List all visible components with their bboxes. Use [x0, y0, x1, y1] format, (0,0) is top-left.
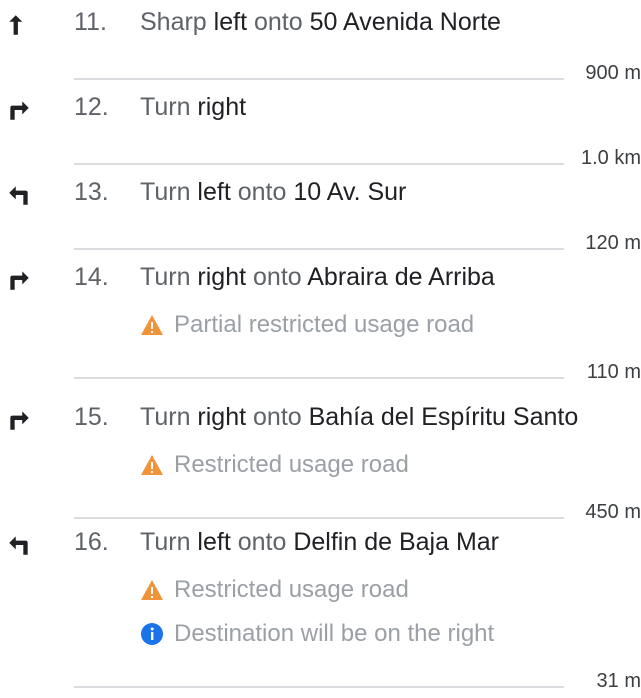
divider	[74, 78, 564, 80]
instruction-text: Turn	[140, 263, 198, 291]
divider	[74, 517, 564, 519]
step-distance-row: 31 m	[74, 656, 641, 698]
step-distance: 1.0 km	[580, 147, 641, 169]
divider	[74, 248, 564, 250]
notice-text: Partial restricted usage road	[174, 311, 475, 338]
notice-text: Destination will be on the right	[174, 620, 495, 647]
instruction-text: Turn	[140, 403, 198, 431]
restriction-notice: Partial restricted usage road	[140, 303, 641, 347]
step-instruction-row: 12. Turn right	[74, 93, 641, 133]
turn-right-arrow-icon	[6, 267, 32, 293]
step-instruction-row: 16. Turn left onto Delfin de Baja Mar	[74, 528, 641, 568]
instruction-emphasis: 50 Avenida Norte	[309, 8, 501, 36]
step-instruction-row: 14. Turn right onto Abraira de Arriba	[74, 263, 641, 303]
step-distance-row: 120 m	[74, 218, 641, 260]
instruction-text: onto	[230, 178, 294, 206]
step-number: 12.	[74, 93, 109, 121]
restriction-notice: Restricted usage road	[140, 443, 641, 487]
step-instruction: Turn right onto Abraira de Arriba	[140, 263, 495, 292]
instruction-text: Turn	[140, 178, 198, 206]
step-distance-row: 1.0 km	[74, 133, 641, 175]
sharp-left-arrow-icon	[6, 12, 32, 38]
step-number: 15.	[74, 403, 109, 431]
info-icon	[140, 622, 174, 646]
step-number: 16.	[74, 528, 109, 556]
step-distance: 31 m	[596, 670, 641, 692]
instruction-text: Sharp	[140, 8, 214, 36]
direction-step[interactable]: 13. Turn left onto 10 Av. Sur 120 m	[0, 178, 641, 260]
step-instruction: Turn right	[140, 93, 246, 122]
instruction-text: Turn	[140, 528, 198, 556]
divider	[74, 686, 564, 688]
step-instruction-row: 15. Turn right onto Bahía del Espíritu Sa…	[74, 403, 641, 443]
step-instruction: Turn left onto 10 Av. Sur	[140, 178, 406, 207]
step-number: 13.	[74, 178, 109, 206]
divider	[74, 163, 564, 165]
instruction-text: Turn	[140, 93, 198, 121]
direction-step[interactable]: 11. Sharp left onto 50 Avenida Norte 900 m	[0, 8, 641, 90]
instruction-emphasis: right	[197, 263, 247, 291]
step-distance: 450 m	[585, 501, 641, 523]
step-instruction: Turn left onto Delfin de Baja Mar	[140, 528, 499, 557]
destination-notice: Destination will be on the right	[140, 612, 641, 656]
step-number: 11.	[74, 8, 107, 36]
instruction-text: onto	[230, 528, 294, 556]
instruction-emphasis: Bahía del Espíritu Santo	[308, 403, 579, 431]
instruction-text: onto	[247, 8, 310, 36]
step-distance: 110 m	[586, 361, 641, 383]
step-instruction-row: 13. Turn left onto 10 Av. Sur	[74, 178, 641, 218]
step-instruction-row: 11. Sharp left onto 50 Avenida Norte	[74, 8, 641, 48]
step-distance: 900 m	[585, 62, 641, 84]
instruction-text: onto	[246, 403, 309, 431]
instruction-emphasis: Delfin de Baja Mar	[293, 528, 499, 556]
instruction-emphasis: 10 Av. Sur	[293, 178, 407, 206]
instruction-emphasis: right	[197, 93, 247, 121]
direction-step[interactable]: 16. Turn left onto Delfin de Baja Mar Rest…	[0, 528, 641, 698]
direction-step[interactable]: 15. Turn right onto Bahía del Espíritu Sa…	[0, 403, 641, 529]
step-instruction: Sharp left onto 50 Avenida Norte	[140, 8, 501, 37]
warning-icon	[140, 453, 174, 477]
step-distance-row: 110 m	[74, 347, 641, 389]
instruction-emphasis: left	[213, 8, 248, 36]
turn-left-arrow-icon	[6, 532, 32, 558]
direction-step[interactable]: 12. Turn right 1.0 km	[0, 93, 641, 175]
instruction-emphasis: Abraira de Arriba	[307, 263, 495, 291]
instruction-emphasis: left	[197, 528, 231, 556]
warning-icon	[140, 578, 174, 602]
step-distance-row: 900 m	[74, 48, 641, 90]
instruction-emphasis: left	[197, 178, 231, 206]
turn-left-arrow-icon	[6, 182, 32, 208]
divider	[74, 377, 564, 379]
warning-icon	[140, 313, 174, 337]
instruction-text: onto	[246, 263, 308, 291]
direction-step[interactable]: 14. Turn right onto Abraira de Arriba Part…	[0, 263, 641, 389]
step-distance: 120 m	[585, 232, 641, 254]
turn-right-arrow-icon	[6, 407, 32, 433]
instruction-emphasis: right	[197, 403, 247, 431]
step-distance-row: 450 m	[74, 487, 641, 529]
notice-text: Restricted usage road	[174, 576, 409, 603]
notice-text: Restricted usage road	[174, 451, 409, 478]
turn-right-arrow-icon	[6, 97, 32, 123]
step-instruction: Turn right onto Bahía del Espíritu Santo	[140, 403, 578, 432]
restriction-notice: Restricted usage road	[140, 568, 641, 612]
step-number: 14.	[74, 263, 109, 291]
